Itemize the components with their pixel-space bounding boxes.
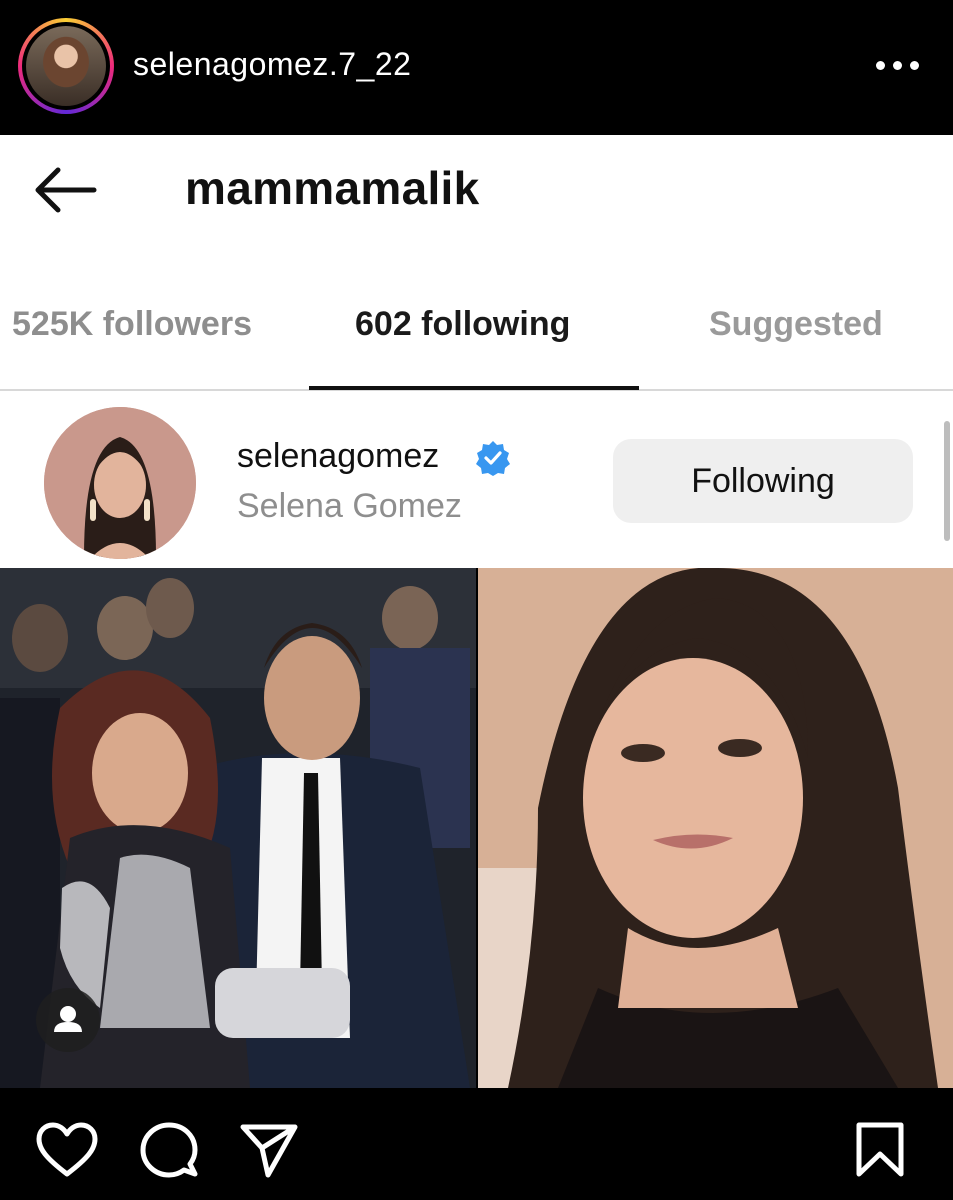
person-tag-icon[interactable] <box>36 988 100 1052</box>
author-username[interactable]: selenagomez.7_22 <box>133 46 411 83</box>
profile-title: mammamalik <box>185 162 480 214</box>
account-username[interactable]: selenagomez <box>237 437 439 476</box>
tab-suggested[interactable]: Suggested <box>709 305 883 344</box>
send-icon[interactable] <box>240 1122 298 1178</box>
action-bar <box>0 1088 953 1200</box>
arrow-left-icon[interactable] <box>32 165 98 215</box>
right-photo-image <box>478 568 953 1088</box>
account-row[interactable]: selenagomez Selena Gomez Following <box>0 391 953 568</box>
active-tab-indicator <box>309 386 639 390</box>
right-photo[interactable] <box>478 568 953 1088</box>
account-avatar-image <box>44 407 196 559</box>
heart-icon[interactable] <box>36 1122 98 1178</box>
comment-icon[interactable] <box>140 1122 198 1178</box>
story-ring[interactable] <box>18 18 114 114</box>
account-full-name: Selena Gomez <box>237 487 462 525</box>
tab-followers[interactable]: 525K followers <box>12 305 252 344</box>
person-tag-glyph <box>54 1006 82 1032</box>
post-header: selenagomez.7_22 <box>0 0 953 135</box>
author-avatar[interactable] <box>26 26 106 106</box>
tab-following[interactable]: 602 following <box>355 305 570 344</box>
more-horizontal-icon[interactable] <box>876 58 920 74</box>
account-avatar[interactable] <box>44 407 196 559</box>
screenshot-card: mammamalik 525K followers 602 following … <box>0 135 953 568</box>
verified-badge-icon <box>476 441 510 476</box>
scrollbar[interactable] <box>944 421 950 541</box>
bookmark-icon[interactable] <box>855 1122 905 1178</box>
following-button[interactable]: Following <box>613 439 913 523</box>
story-ring-gap <box>22 22 110 110</box>
